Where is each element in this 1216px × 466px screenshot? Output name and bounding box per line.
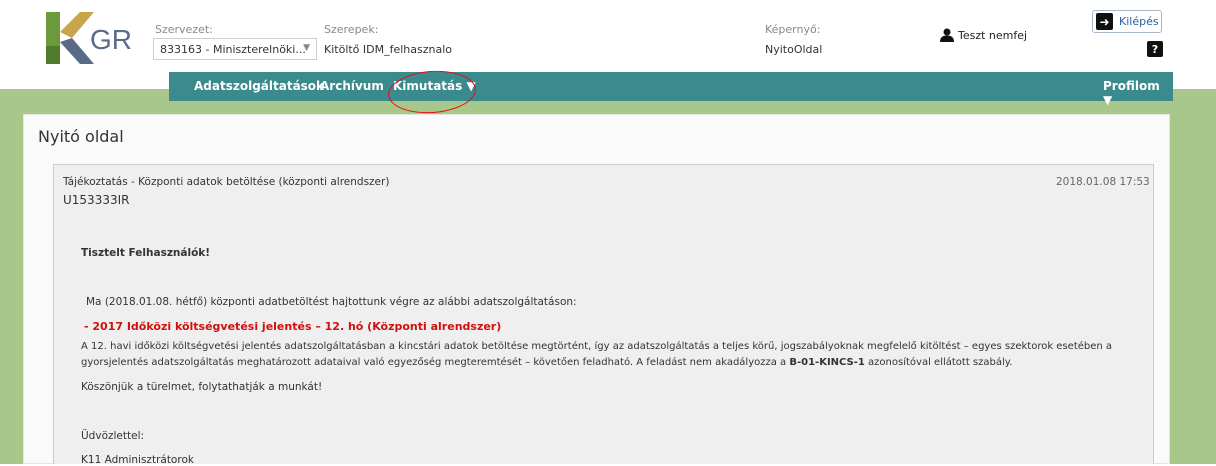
message-signature: K11 Adminisztrátorok <box>81 454 194 466</box>
message-body-line2: gyorsjelentés adatszolgáltatás meghatáro… <box>81 357 1012 368</box>
logout-button[interactable]: ➜ Kilépés <box>1092 10 1162 33</box>
user-name: Teszt nemfej <box>958 28 1028 42</box>
arrow-right-icon: ➜ <box>1096 13 1113 30</box>
message-intro: Ma (2018.01.08. hétfő) központi adatbetö… <box>86 296 577 308</box>
message-thanks: Köszönjük a türelmet, folytathatják a mu… <box>81 381 323 393</box>
screen-label: Képernyő: <box>765 23 821 36</box>
message-body-line1: A 12. havi időközi költségvetési jelenté… <box>81 341 1113 352</box>
message-box <box>53 164 1154 464</box>
nav-item-archivum[interactable]: Archívum <box>320 79 384 93</box>
help-button[interactable]: ? <box>1147 41 1163 57</box>
kgr-logo[interactable]: GR <box>46 12 132 64</box>
org-label: Szervezet: <box>155 23 213 36</box>
body-line2-end: azonosítóval ellátott szabály. <box>864 357 1013 368</box>
user-icon <box>940 28 954 42</box>
org-select-value: 833163 - Miniszterelnöki... <box>160 43 306 56</box>
logout-label: Kilépés <box>1119 15 1159 28</box>
screen-value: NyitoOldal <box>765 43 823 56</box>
roles-label: Szerepek: <box>324 23 379 36</box>
header: GR Szervezet: 833163 - Miniszterelnöki..… <box>0 0 1216 72</box>
message-heading: Tájékoztatás - Központi adatok betöltése… <box>63 176 390 188</box>
body-line2-start: gyorsjelentés adatszolgáltatás meghatáro… <box>81 357 790 368</box>
message-closing: Üdvözlettel: <box>81 430 145 442</box>
logo-text: GR <box>90 24 132 55</box>
page-title: Nyitó oldal <box>38 127 124 146</box>
main-nav: Adatszolgáltatások Archívum Kimutatás ▼ … <box>169 72 1173 107</box>
message-date: 2018.01.08 17:53 <box>1056 176 1150 188</box>
nav-item-profilom[interactable]: Profilom ▼ <box>1103 79 1173 107</box>
rule-id: B-01-KINCS-1 <box>789 357 865 368</box>
message-greeting: Tisztelt Felhasználók! <box>81 247 211 259</box>
org-select[interactable]: 833163 - Miniszterelnöki... ▼ <box>153 38 317 60</box>
chevron-down-icon: ▼ <box>303 43 310 53</box>
message-sender: U153333IR <box>63 193 130 207</box>
user-info[interactable]: Teszt nemfej <box>940 28 1027 42</box>
message-highlight: - 2017 Időközi költségvetési jelentés – … <box>84 320 502 333</box>
roles-value: Kitöltő IDM_felhasznalo <box>324 43 453 56</box>
nav-item-adatszolgaltatasok[interactable]: Adatszolgáltatások <box>194 79 324 93</box>
